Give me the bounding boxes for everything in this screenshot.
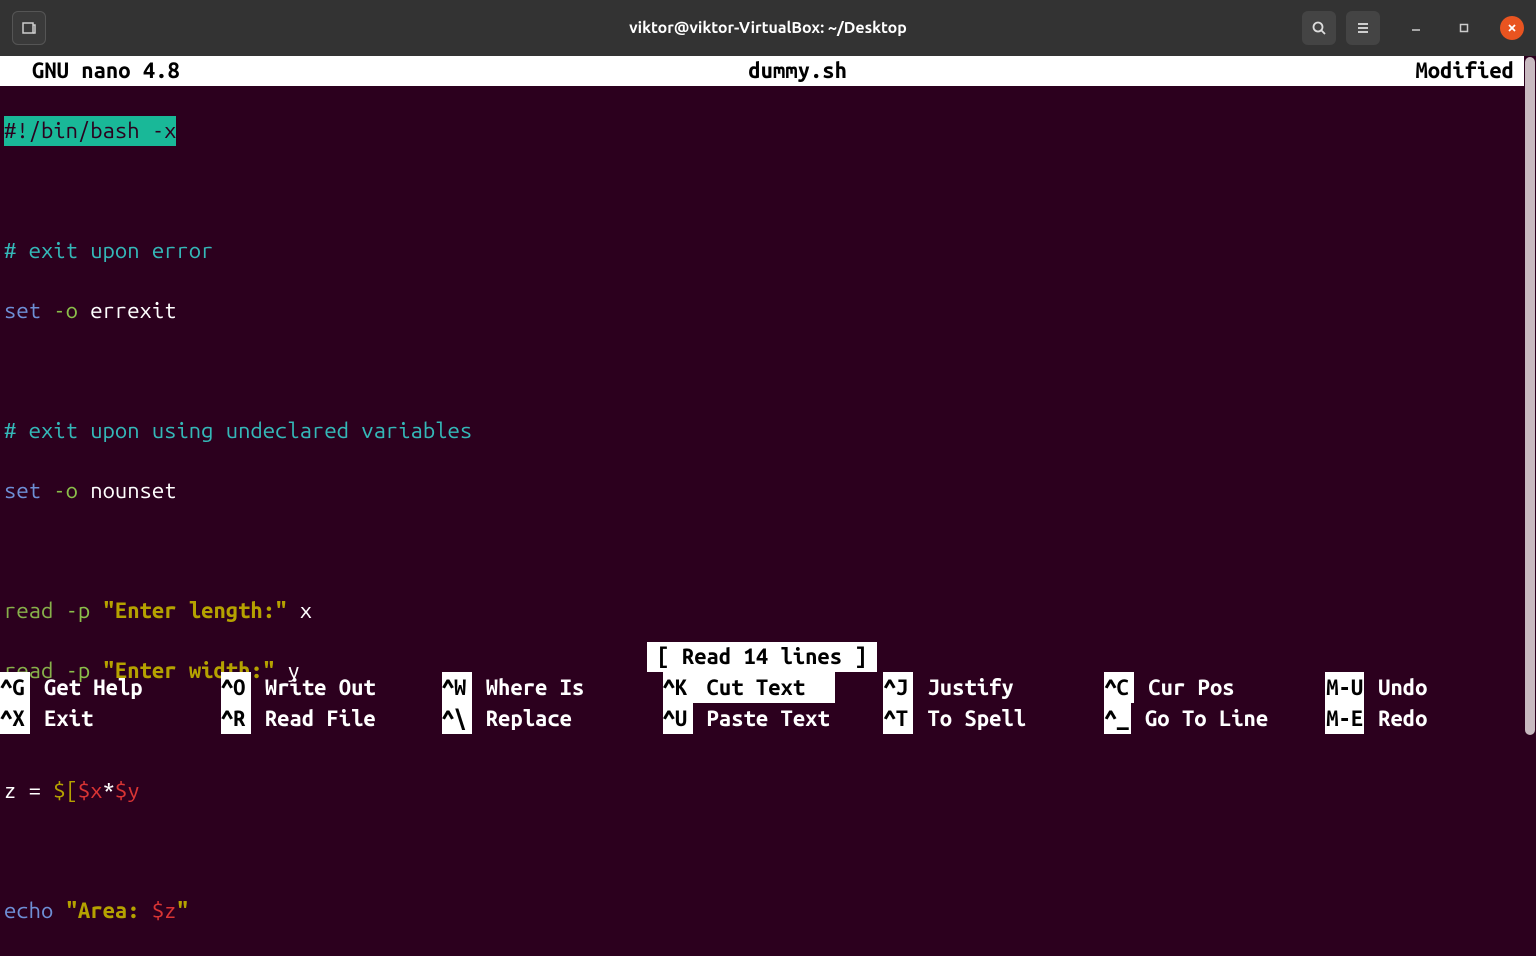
string-literal: " <box>177 898 189 923</box>
comment: # exit upon error <box>4 238 213 263</box>
shortcut-justify[interactable]: ^JJustify <box>883 672 1104 703</box>
titlebar: viktor@viktor-VirtualBox: ~/Desktop <box>0 0 1536 56</box>
maximize-icon <box>1458 22 1470 34</box>
menu-button[interactable] <box>1346 11 1380 45</box>
scrollbar-thumb[interactable] <box>1525 57 1535 735</box>
minimize-button[interactable] <box>1404 16 1428 40</box>
nano-modified-status: Modified <box>1415 56 1530 86</box>
flag: -o <box>53 298 78 323</box>
scrollbar[interactable] <box>1524 56 1536 734</box>
search-icon <box>1311 20 1327 36</box>
shortcut-replace[interactable]: ^\Replace <box>442 703 663 734</box>
status-row: [ Read 14 lines ] <box>0 642 1524 672</box>
command-read: read <box>4 598 53 623</box>
shortcut-exit[interactable]: ^XExit <box>0 703 221 734</box>
code-line: echo "Area: $z" <box>4 896 1532 926</box>
new-tab-button[interactable] <box>12 11 46 45</box>
blank-line <box>4 836 1532 866</box>
code-line: set -o errexit <box>4 296 1532 326</box>
string-literal: "Enter length:" <box>103 598 288 623</box>
command-echo: echo <box>4 898 53 923</box>
keyword-set: set <box>4 298 41 323</box>
shortcut-grid: ^GGet Help ^OWrite Out ^WWhere Is ^KCut … <box>0 672 1524 734</box>
string-literal: "Area: <box>66 898 152 923</box>
shebang: #!/bin/bash -x <box>4 116 176 146</box>
shortcut-where-is[interactable]: ^WWhere Is <box>442 672 663 703</box>
option: nounset <box>90 478 176 503</box>
nano-app-title: GNU nano 4.8 <box>6 56 180 86</box>
status-message: [ Read 14 lines ] <box>647 642 876 672</box>
shortcut-read-file[interactable]: ^RRead File <box>221 703 442 734</box>
shortcut-cut-text[interactable]: ^KCut Text <box>663 672 884 703</box>
maximize-button[interactable] <box>1452 16 1476 40</box>
variable-ref: $z <box>152 898 177 923</box>
code-line: read -p "Enter length:" x <box>4 596 1532 626</box>
shortcut-paste-text[interactable]: ^UPaste Text <box>663 703 884 734</box>
shortcut-redo[interactable]: M-ERedo <box>1325 703 1524 734</box>
code-line: z = $[$x*$y <box>4 776 1532 806</box>
shortcut-go-to-line[interactable]: ^_Go To Line <box>1104 703 1325 734</box>
blank-line <box>4 176 1532 206</box>
shortcut-write-out[interactable]: ^OWrite Out <box>221 672 442 703</box>
assign: z = <box>4 778 53 803</box>
search-button[interactable] <box>1302 11 1336 45</box>
flag: -o <box>53 478 78 503</box>
operator: * <box>103 778 115 803</box>
code-line: # exit upon using undeclared variables <box>4 416 1532 446</box>
keyword-set: set <box>4 478 41 503</box>
shortcut-to-spell[interactable]: ^TTo Spell <box>883 703 1104 734</box>
close-icon <box>1506 22 1518 34</box>
flag: -p <box>66 598 91 623</box>
variable-name: x <box>300 598 312 623</box>
code-line: #!/bin/bash -x <box>4 116 1532 146</box>
shortcut-cur-pos[interactable]: ^CCur Pos <box>1104 672 1325 703</box>
nano-header: GNU nano 4.8 dummy.sh Modified <box>0 56 1536 86</box>
window-title: viktor@viktor-VirtualBox: ~/Desktop <box>629 19 907 37</box>
hamburger-icon <box>1355 20 1371 36</box>
blank-line <box>4 356 1532 386</box>
code-line: set -o nounset <box>4 476 1532 506</box>
shortcut-get-help[interactable]: ^GGet Help <box>0 672 221 703</box>
close-button[interactable] <box>1500 16 1524 40</box>
option: errexit <box>90 298 176 323</box>
comment: # exit upon using undeclared variables <box>4 418 472 443</box>
code-line: # exit upon error <box>4 236 1532 266</box>
punc: $[ <box>53 778 78 803</box>
nano-filename: dummy.sh <box>180 56 1416 86</box>
variable-ref: $x <box>78 778 103 803</box>
minimize-icon <box>1410 22 1422 34</box>
window-controls <box>1302 11 1524 45</box>
new-tab-icon <box>21 20 37 36</box>
variable-ref: $y <box>115 778 140 803</box>
nano-footer: [ Read 14 lines ] ^GGet Help ^OWrite Out… <box>0 642 1524 734</box>
shortcut-undo[interactable]: M-UUndo <box>1325 672 1524 703</box>
blank-line <box>4 536 1532 566</box>
editor-area[interactable]: #!/bin/bash -x # exit upon error set -o … <box>0 86 1536 956</box>
